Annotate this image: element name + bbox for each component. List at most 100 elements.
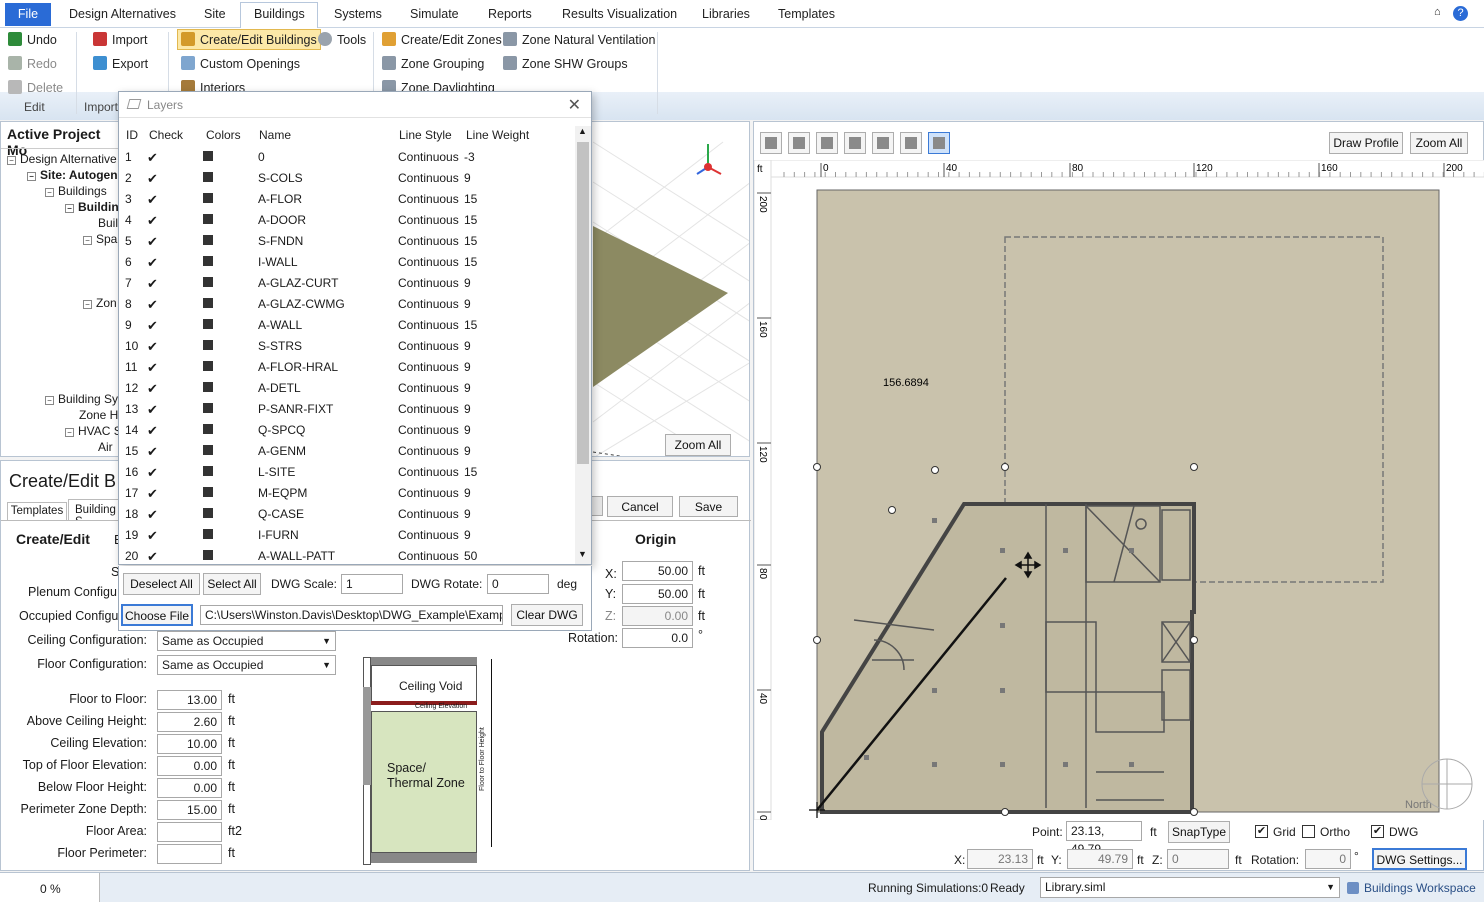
menu-buildings[interactable]: Buildings [254, 7, 305, 21]
layer-row[interactable]: 17 ✔ M-EQPM Continuous 9 [119, 483, 575, 504]
column-header-check[interactable]: Check [149, 128, 183, 142]
layer-color-swatch[interactable] [203, 466, 213, 476]
layer-visible-checkbox[interactable]: ✔ [147, 528, 158, 544]
layer-visible-checkbox[interactable]: ✔ [147, 339, 158, 355]
layer-line-weight[interactable]: 9 [464, 381, 471, 395]
layer-visible-checkbox[interactable]: ✔ [147, 318, 158, 334]
layer-visible-checkbox[interactable]: ✔ [147, 507, 158, 523]
below-floor-height-input[interactable]: 0.00 [157, 778, 222, 798]
choose-file-button[interactable]: Choose File [121, 604, 193, 626]
layer-color-swatch[interactable] [203, 340, 213, 350]
tree-site[interactable]: − Site: Autogen [27, 168, 118, 182]
layer-visible-checkbox[interactable]: ✔ [147, 549, 158, 565]
layer-visible-checkbox[interactable]: ✔ [147, 150, 158, 166]
menu-site[interactable]: Site [204, 7, 226, 21]
layer-line-weight[interactable]: 50 [464, 549, 477, 563]
layer-visible-checkbox[interactable]: ✔ [147, 255, 158, 271]
layer-line-weight[interactable]: 9 [464, 297, 471, 311]
menu-systems[interactable]: Systems [334, 7, 382, 21]
layer-line-weight[interactable]: 9 [464, 402, 471, 416]
close-icon[interactable]: ✕ [568, 95, 581, 115]
menu-templates[interactable]: Templates [778, 7, 835, 21]
layer-line-style[interactable]: Continuous [398, 402, 459, 416]
layer-line-style[interactable]: Continuous [398, 276, 459, 290]
layer-color-swatch[interactable] [203, 256, 213, 266]
layer-visible-checkbox[interactable]: ✔ [147, 402, 158, 418]
layer-line-weight[interactable]: 9 [464, 528, 471, 542]
layer-line-style[interactable]: Continuous [398, 381, 459, 395]
menu-design-alternatives[interactable]: Design Alternatives [69, 7, 176, 21]
layer-line-style[interactable]: Continuous [398, 465, 459, 479]
save-button[interactable]: Save [679, 496, 738, 517]
layer-color-swatch[interactable] [203, 403, 213, 413]
dwg-checkbox[interactable]: ✔ [1371, 825, 1384, 838]
dwg-rotate-input[interactable]: 0 [487, 574, 549, 594]
u-shape-tool-button[interactable] [872, 132, 894, 154]
collapse-icon[interactable]: − [83, 300, 92, 309]
layer-visible-checkbox[interactable]: ✔ [147, 192, 158, 208]
layer-visible-checkbox[interactable]: ✔ [147, 171, 158, 187]
create-edit-buildings-button[interactable]: Create/Edit Buildings [177, 29, 321, 50]
layer-row[interactable]: 4 ✔ A-DOOR Continuous 15 [119, 210, 575, 231]
layer-row[interactable]: 19 ✔ I-FURN Continuous 9 [119, 525, 575, 546]
scrollbar-thumb[interactable] [577, 142, 589, 464]
scroll-up-icon[interactable]: ▲ [578, 126, 587, 136]
floor-to-floor-input[interactable]: 13.00 [157, 690, 222, 710]
layer-color-swatch[interactable] [203, 298, 213, 308]
layer-visible-checkbox[interactable]: ✔ [147, 213, 158, 229]
layer-row[interactable]: 10 ✔ S-STRS Continuous 9 [119, 336, 575, 357]
layer-visible-checkbox[interactable]: ✔ [147, 486, 158, 502]
layer-line-weight[interactable]: 9 [464, 276, 471, 290]
dwg-scale-input[interactable]: 1 [341, 574, 403, 594]
collapse-icon[interactable]: − [65, 428, 74, 437]
point-input[interactable]: 23.13, 49.79 [1066, 821, 1142, 856]
column-header-colors[interactable]: Colors [206, 128, 241, 142]
layer-line-weight[interactable]: 9 [464, 339, 471, 353]
draw-tool-button[interactable] [928, 132, 950, 154]
tree-hvac-system[interactable]: − HVAC S [65, 424, 122, 438]
layer-line-style[interactable]: Continuous [398, 255, 459, 269]
layer-color-swatch[interactable] [203, 172, 213, 182]
layer-visible-checkbox[interactable]: ✔ [147, 297, 158, 313]
scroll-down-icon[interactable]: ▼ [578, 549, 587, 559]
layer-row[interactable]: 16 ✔ L-SITE Continuous 15 [119, 462, 575, 483]
library-select[interactable]: Library.siml ▼ [1040, 877, 1340, 898]
floor-area-input[interactable] [157, 822, 222, 842]
import-button[interactable]: Import [93, 32, 147, 47]
viewport-zoom-all-button[interactable]: Zoom All [665, 434, 731, 456]
layer-row[interactable]: 9 ✔ A-WALL Continuous 15 [119, 315, 575, 336]
origin-rotation-input[interactable]: 0.0 [622, 628, 693, 648]
layer-color-swatch[interactable] [203, 193, 213, 203]
floor-config-select[interactable]: Same as Occupied ▼ [157, 655, 336, 675]
layer-color-swatch[interactable] [203, 319, 213, 329]
layer-line-style[interactable]: Continuous [398, 528, 459, 542]
layer-line-style[interactable]: Continuous [398, 444, 459, 458]
layer-visible-checkbox[interactable]: ✔ [147, 444, 158, 460]
layer-row[interactable]: 20 ✔ A-WALL-PATT Continuous 50 [119, 546, 575, 567]
tree-building-item[interactable]: Buil [98, 216, 118, 230]
tab-building-settings[interactable]: Building S [68, 499, 122, 521]
dwg-file-path-input[interactable]: C:\Users\Winston.Davis\Desktop\DWG_Examp… [200, 605, 503, 625]
ortho-checkbox[interactable] [1302, 825, 1315, 838]
layer-color-swatch[interactable] [203, 151, 213, 161]
layer-color-swatch[interactable] [203, 277, 213, 287]
tree-zone-hvac[interactable]: Zone H [79, 408, 118, 422]
layer-line-style[interactable]: Continuous [398, 486, 459, 500]
layer-line-style[interactable]: Continuous [398, 171, 459, 185]
layers-scrollbar[interactable]: ▲ ▼ [575, 126, 591, 564]
zone-shw-groups-button[interactable]: Zone SHW Groups [503, 56, 628, 71]
collapse-icon[interactable]: − [27, 172, 36, 181]
tree-spaces[interactable]: − Spa [83, 232, 117, 246]
tree-buildings[interactable]: − Buildings [45, 184, 107, 198]
layer-color-swatch[interactable] [203, 508, 213, 518]
layer-color-swatch[interactable] [203, 445, 213, 455]
tree-building[interactable]: − Buildin [65, 200, 119, 214]
deselect-all-button[interactable]: Deselect All [123, 573, 200, 595]
layer-line-weight[interactable]: -3 [464, 150, 475, 164]
layer-color-swatch[interactable] [203, 214, 213, 224]
tree-zones[interactable]: − Zon [83, 296, 117, 310]
layer-line-style[interactable]: Continuous [398, 192, 459, 206]
layer-row[interactable]: 3 ✔ A-FLOR Continuous 15 [119, 189, 575, 210]
select-tool-button[interactable] [760, 132, 782, 154]
layer-line-style[interactable]: Continuous [398, 213, 459, 227]
